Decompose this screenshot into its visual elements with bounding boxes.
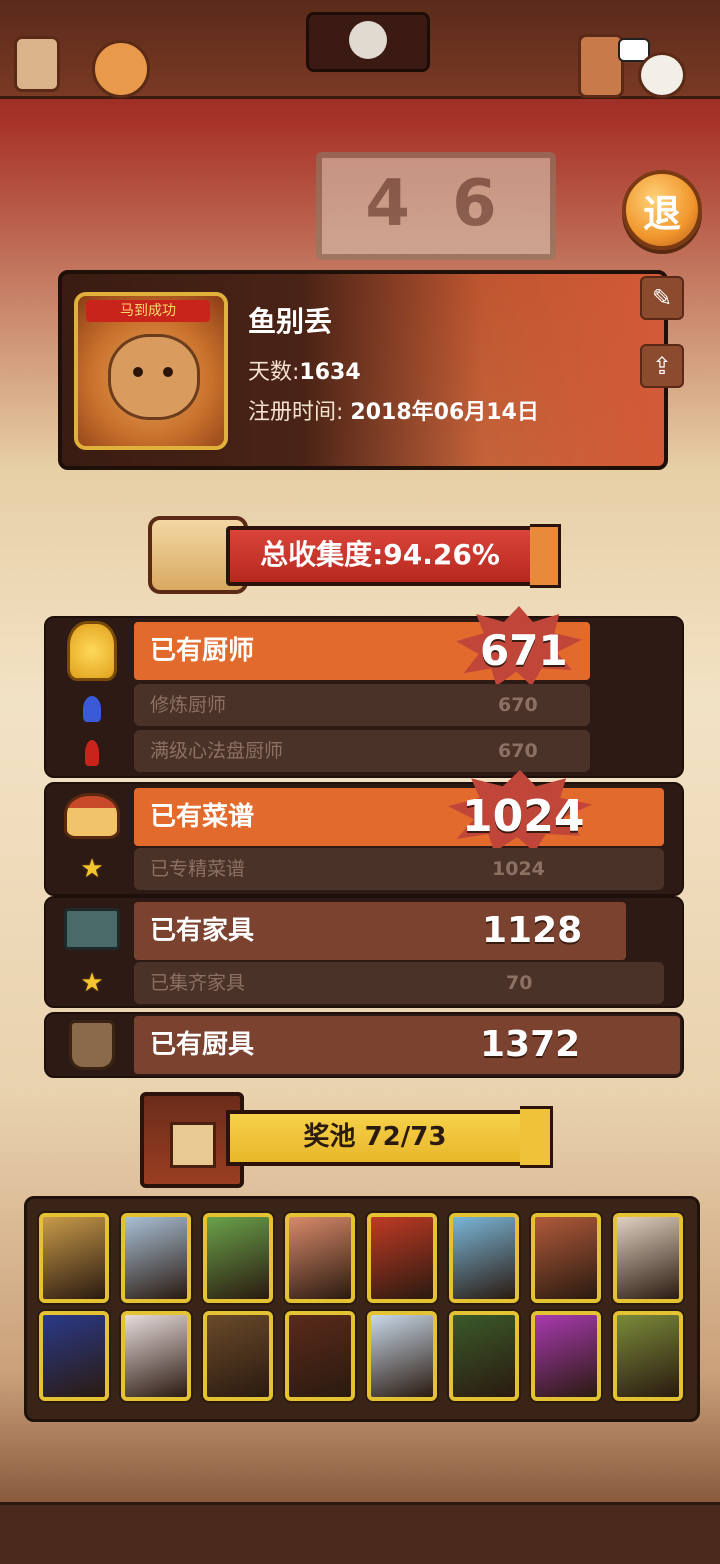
pool-card[interactable] xyxy=(203,1213,273,1303)
kitchen-tool-icon xyxy=(54,1014,130,1076)
star-icon: ★ xyxy=(80,854,104,884)
trained-chefs-value: 670 xyxy=(498,694,538,716)
profile-card: 马到成功 鱼别丢 天数:1634 注册时间: 2018年06月14日 ✎ ⇪ xyxy=(58,270,684,470)
prize-pool-banner: 奖池 72/73 xyxy=(140,1092,554,1188)
furniture-icon xyxy=(54,898,130,960)
pool-card[interactable] xyxy=(531,1213,601,1303)
bear-face-icon xyxy=(108,334,200,420)
pool-card[interactable] xyxy=(613,1213,683,1303)
pool-card[interactable] xyxy=(39,1213,109,1303)
exit-button[interactable]: 退 xyxy=(622,170,702,250)
edit-icon[interactable]: ✎ xyxy=(640,276,684,320)
pool-card[interactable] xyxy=(367,1311,437,1401)
recipes-label: 已有菜谱 xyxy=(150,802,255,832)
bottom-bar xyxy=(0,1502,720,1564)
pool-card[interactable] xyxy=(121,1213,191,1303)
recipes-group: 已有菜谱 1024 ★ 已专精菜谱 1024 xyxy=(44,770,684,896)
recipes-value: 1024 xyxy=(462,791,585,842)
completed-furniture-value: 70 xyxy=(506,972,533,994)
white-cat-icon xyxy=(638,52,686,98)
banner-cap xyxy=(520,1106,553,1168)
collection-rate-banner: 总收集度:94.26% xyxy=(148,516,561,594)
chefs-value: 671 xyxy=(480,626,568,675)
completed-furniture-label: 已集齐家具 xyxy=(150,972,246,994)
days-label: 天数: xyxy=(248,360,300,385)
maxed-chefs-row: 满级心法盘厨师 670 xyxy=(134,730,590,772)
days-value: 1634 xyxy=(299,360,361,385)
pool-card[interactable] xyxy=(367,1213,437,1303)
top-decoration-bar xyxy=(0,0,720,99)
blue-chef-icon xyxy=(54,688,130,730)
tools-value: 1372 xyxy=(480,1024,581,1065)
pool-card[interactable] xyxy=(203,1311,273,1401)
banner-portrait-icon xyxy=(306,12,430,72)
red-chef-icon xyxy=(54,732,130,774)
chefs-label: 已有厨师 xyxy=(150,636,255,666)
prize-pool-label: 奖池 72/73 xyxy=(226,1110,524,1166)
wall-frame-icon xyxy=(14,36,60,92)
chefs-group: 已有厨师 671 修炼厨师 670 满级心法盘厨师 670 xyxy=(44,606,684,778)
furniture-value: 1128 xyxy=(482,910,583,951)
register-label: 注册时间: xyxy=(248,400,351,425)
tools-label: 已有厨具 xyxy=(150,1030,255,1060)
pool-card[interactable] xyxy=(121,1311,191,1401)
register-value: 2018年06月14日 xyxy=(350,400,539,425)
mastered-recipes-row: 已专精菜谱 1024 xyxy=(134,848,664,890)
maxed-chefs-label: 满级心法盘厨师 xyxy=(150,740,284,762)
mastered-recipes-value: 1024 xyxy=(492,858,545,880)
recipes-value-wrap: 1024 xyxy=(448,788,592,846)
pool-card[interactable] xyxy=(285,1311,355,1401)
chefs-value-wrap: 671 xyxy=(456,622,582,680)
pool-card[interactable] xyxy=(449,1311,519,1401)
pudding-icon xyxy=(54,784,130,848)
avatar[interactable]: 马到成功 xyxy=(74,292,228,450)
chef-trophy-icon xyxy=(54,618,130,684)
trained-chefs-label: 修炼厨师 xyxy=(150,694,227,716)
pool-card[interactable] xyxy=(39,1311,109,1401)
tools-group: 已有厨具 1372 xyxy=(44,1012,684,1078)
share-icon[interactable]: ⇪ xyxy=(640,344,684,388)
completed-furniture-row: 已集齐家具 70 xyxy=(134,962,664,1004)
banner-cap xyxy=(530,524,561,588)
tools-row[interactable]: 已有厨具 1372 xyxy=(134,1016,680,1074)
pool-card[interactable] xyxy=(531,1311,601,1401)
pool-card[interactable] xyxy=(449,1213,519,1303)
register-date: 注册时间: 2018年06月14日 xyxy=(248,394,539,426)
star-icon: ★ xyxy=(80,968,104,998)
background-shop-sign: 4 6 xyxy=(316,152,556,260)
trained-chefs-row: 修炼厨师 670 xyxy=(134,684,590,726)
maxed-chefs-value: 670 xyxy=(498,740,538,762)
player-name: 鱼别丢 xyxy=(248,305,333,338)
days-played: 天数:1634 xyxy=(248,354,361,386)
pool-card[interactable] xyxy=(285,1213,355,1303)
collection-rate: 总收集度:94.26% xyxy=(226,526,534,586)
prize-pool-grid xyxy=(24,1196,700,1422)
cat-mascot-icon xyxy=(92,40,150,98)
furniture-label: 已有家具 xyxy=(150,916,255,946)
furniture-group: 已有家具 1128 ★ 已集齐家具 70 xyxy=(44,896,684,1008)
pool-card[interactable] xyxy=(613,1311,683,1401)
furniture-row[interactable]: 已有家具 1128 xyxy=(134,902,626,960)
avatar-banner: 马到成功 xyxy=(86,300,210,322)
mastered-recipes-label: 已专精菜谱 xyxy=(150,858,246,880)
